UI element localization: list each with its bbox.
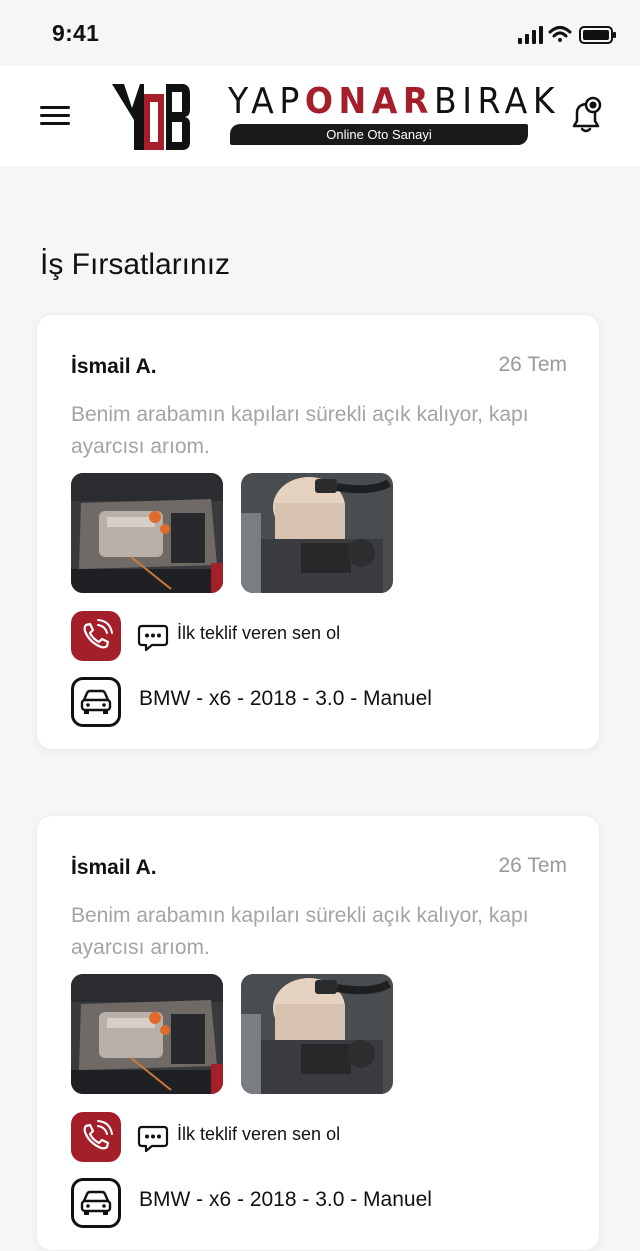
status-time: 9:41 (52, 20, 100, 46)
job-description: Benim arabamın kapıları sürekli açık kal… (71, 403, 529, 458)
engine-photo[interactable] (71, 473, 223, 593)
brand-logo: YAPONARBIRAK Online Oto Sanayi (228, 81, 555, 146)
notifications-button[interactable] (566, 96, 606, 136)
call-button[interactable] (71, 611, 121, 661)
brand-name: YAPONARBIRAK (228, 81, 555, 122)
job-date: 26 Tem (498, 353, 568, 376)
first-offer-link[interactable]: İlk teklif veren sen ol (177, 623, 340, 644)
menu-icon-bar (40, 114, 70, 117)
cellular-signal-icon (518, 26, 543, 44)
logo-mark (110, 80, 192, 157)
call-button[interactable] (71, 1112, 121, 1162)
job-date: 26 Tem (498, 854, 568, 877)
customer-name: İsmail A. (71, 355, 157, 378)
app-header: YAPONARBIRAK Online Oto Sanayi (0, 66, 640, 166)
job-card[interactable]: İsmail A. 26 Tem Benim arabamın kapıları… (36, 815, 600, 1251)
car-icon (71, 1178, 121, 1228)
menu-icon (40, 106, 70, 109)
brand-tagline: Online Oto Sanayi (230, 124, 528, 145)
wifi-icon (548, 26, 572, 42)
customer-name: İsmail A. (71, 856, 157, 879)
chat-bubble-icon (137, 1122, 169, 1154)
brand-part-yap: YAP (228, 81, 305, 122)
status-bar: 9:41 (0, 0, 640, 66)
car-icon (71, 677, 121, 727)
chat-bubble-icon (137, 621, 169, 653)
menu-icon-bar (40, 122, 70, 125)
job-description: Benim arabamın kapıları sürekli açık kal… (71, 904, 529, 959)
first-offer-link[interactable]: İlk teklif veren sen ol (177, 1124, 340, 1145)
page-title: İş Fırsatlarınız (40, 248, 231, 281)
coolant-reservoir-photo[interactable] (241, 473, 393, 593)
brand-part-birak: BIRAK (433, 81, 561, 122)
phone-icon (83, 1120, 113, 1150)
phone-icon (83, 619, 113, 649)
brand-part-onar: ONAR (304, 81, 434, 122)
coolant-reservoir-photo[interactable] (241, 974, 393, 1094)
vehicle-info: BMW - x6 - 2018 - 3.0 - Manuel (139, 1188, 432, 1211)
battery-icon (579, 26, 616, 44)
vehicle-info: BMW - x6 - 2018 - 3.0 - Manuel (139, 687, 432, 710)
engine-photo[interactable] (71, 974, 223, 1094)
job-card[interactable]: İsmail A. 26 Tem Benim arabamın kapıları… (36, 314, 600, 750)
menu-button[interactable] (38, 102, 72, 130)
status-icons (518, 24, 618, 46)
bell-icon (572, 96, 602, 133)
